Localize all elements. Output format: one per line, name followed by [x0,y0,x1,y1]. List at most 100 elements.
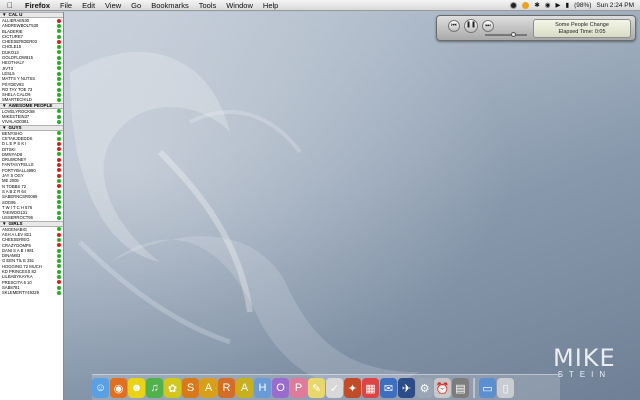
buddy-row[interactable]: USSERROCT96 [0,215,63,220]
palette-icon[interactable]: ✦ [344,378,361,398]
apple-icon[interactable]:  [0,0,20,11]
alarm-clock-icon[interactable]: ⏰ [434,378,451,398]
next-track-button[interactable]: ⏭ [482,20,494,32]
bird-icon[interactable]: ✈ [398,378,415,398]
system-prefs-icon[interactable]: ⚙ [416,378,433,398]
menu-edit[interactable]: Edit [77,0,100,11]
h-letter-icon[interactable]: H [254,378,271,398]
status-indicator-icon [57,50,61,55]
status-indicator-icon [57,39,61,44]
adium-status-icon[interactable] [522,1,530,9]
song-title: Some People Change [555,22,609,28]
r-letter-icon[interactable]: R [218,378,235,398]
disclosure-triangle-icon[interactable]: ▼ [2,221,7,226]
buddy-name: USSERROCT96 [2,215,33,221]
status-indicator-icon [57,269,61,274]
calculator-icon[interactable]: ▤ [452,378,469,398]
status-indicator-icon [57,264,61,269]
trash-icon[interactable]: ▯ [497,378,514,398]
menu-bar:  Firefox File Edit View Go Bookmarks To… [0,0,640,11]
itunes-mini-player: ⏮ ❚❚ ⏭ Some People Change Elapsed Time: … [436,15,636,41]
status-indicator-icon [57,194,61,199]
battery-icon[interactable]: ▮ [566,0,570,11]
documents-folder-icon[interactable]: ▭ [479,378,496,398]
menu-file[interactable]: File [55,0,77,11]
status-indicator-icon [57,275,61,279]
status-indicator-icon [57,71,61,76]
buddy-group-name: GIRLS [8,221,23,227]
photo-app-icon[interactable]: ✿ [164,378,181,398]
a2-letter-icon[interactable]: A [236,378,253,398]
status-indicator-icon [57,227,61,232]
buddy-row[interactable]: SMARTECHILD [0,97,63,102]
status-indicator-icon [57,168,61,173]
buddy-row[interactable]: VIVALAD0381 [0,119,63,124]
status-indicator-icon [57,55,61,60]
status-indicator-icon [57,87,61,92]
status-indicator-icon [57,243,61,248]
status-indicator-icon [57,23,61,28]
status-indicator-icon [57,248,61,253]
stickies-icon[interactable]: ✎ [308,378,325,398]
status-indicator-icon [57,232,61,237]
buddy-list-window: ▼ CAL U ALLIERAE530 ANDREWBOLT530 BLADERIE CI… [0,12,64,400]
status-indicator-icon [57,285,61,290]
o-letter-icon[interactable]: O [272,378,289,398]
status-indicator-icon [57,280,61,285]
status-indicator-icon [57,136,61,141]
status-indicator-icon [57,253,61,258]
status-indicator-icon [57,29,61,34]
a-letter-icon[interactable]: A [200,378,217,398]
battery-percent[interactable]: (98%) [574,0,591,11]
status-indicator-icon [57,18,61,23]
status-indicator-icon [57,210,61,215]
disclosure-triangle-icon[interactable]: ▼ [2,103,7,108]
menu-view[interactable]: View [100,0,126,11]
volume-knob[interactable] [511,32,516,37]
menu-tools[interactable]: Tools [194,0,222,11]
buddy-row[interactable]: SKLEMERTY49229 [0,290,63,295]
firefox-icon[interactable]: ◉ [110,378,127,398]
bluetooth-icon[interactable]: ✱ [534,0,539,11]
disclosure-triangle-icon[interactable]: ▼ [2,12,7,17]
p-letter-icon[interactable]: P [290,378,307,398]
disclosure-triangle-icon[interactable]: ▼ [2,125,7,130]
volume-slider[interactable] [485,32,527,37]
menu-firefox[interactable]: Firefox [20,0,55,11]
now-playing-display[interactable]: Some People Change Elapsed Time: 0:05 [533,19,631,38]
finder-icon[interactable]: ☺ [92,378,109,398]
status-indicator-icon [57,98,61,103]
status-indicator-icon [57,109,61,114]
menu-go[interactable]: Go [126,0,146,11]
status-indicator-icon [57,216,61,221]
moon-icon[interactable] [510,1,518,9]
dock: ☺ ◉ ☻ ♫ ✿ S A R A H O P ✎ ✓ ✦ ▦ ✉ ✈ ⚙ ⏰ ▤ ▭ ▯ [92,374,560,400]
volume-icon[interactable]: ▶ [556,0,561,11]
status-indicator-icon [57,163,61,168]
status-indicator-icon [57,205,61,210]
elapsed-time: Elapsed Time: 0:05 [558,29,606,35]
ical-icon[interactable]: ▦ [362,378,379,398]
status-indicator-icon [57,82,61,87]
status-indicator-icon [57,157,61,162]
status-indicator-icon [57,141,61,146]
clock[interactable]: Sun 2:24 PM [596,0,634,11]
textedit-icon[interactable]: ✓ [326,378,343,398]
status-indicator-icon [57,290,61,295]
pause-button[interactable]: ❚❚ [464,19,478,33]
buddy-group-name: GUYS [8,125,22,130]
menu-bookmarks[interactable]: Bookmarks [146,0,194,11]
mail-icon[interactable]: ✉ [380,378,397,398]
status-indicator-icon [57,45,61,50]
menu-window[interactable]: Window [221,0,258,11]
status-indicator-icon [57,152,61,157]
wifi-icon[interactable]: ◉ [545,0,551,11]
status-indicator-icon [57,66,61,71]
menu-help[interactable]: Help [258,0,283,11]
previous-track-button[interactable]: ⏮ [448,20,460,32]
buddy-name: VIVALAD0381 [2,119,29,125]
s-letter-icon[interactable]: S [182,378,199,398]
itunes-icon[interactable]: ♫ [146,378,163,398]
wallpaper-signature: MIKE STEIN [553,346,616,380]
adium-duck-icon[interactable]: ☻ [128,378,145,398]
